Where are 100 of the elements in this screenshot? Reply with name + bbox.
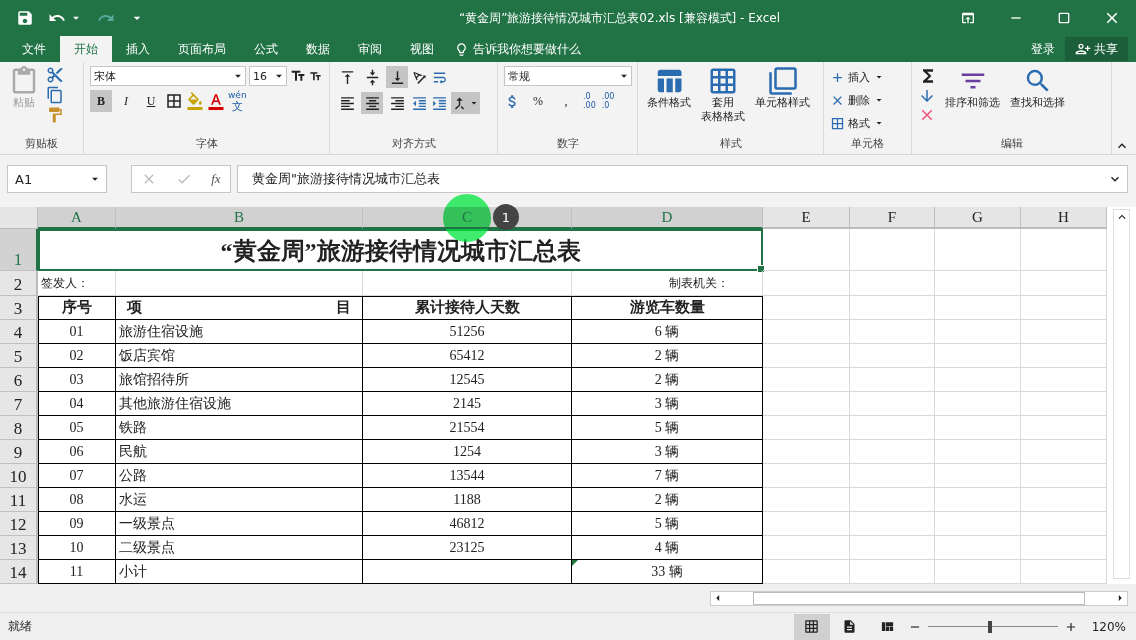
page-icon [842, 619, 858, 634]
horizontal-scrollbar[interactable] [710, 590, 1128, 606]
borders-icon[interactable] [165, 92, 183, 110]
zoom-thumb[interactable] [988, 620, 993, 633]
brush-icon[interactable] [46, 106, 64, 124]
ribbon-tab[interactable]: 页面布局 [164, 36, 240, 62]
column-header[interactable]: B [116, 207, 363, 229]
column-header[interactable]: H [1021, 207, 1107, 229]
find-select-button[interactable]: 查找和选择 [1007, 66, 1068, 136]
column-header[interactable]: F [850, 207, 935, 229]
row-header[interactable]: 13 [0, 536, 38, 560]
maximize-icon[interactable] [1056, 10, 1072, 26]
table-cell: 6 辆 [572, 320, 763, 344]
save-icon[interactable] [16, 9, 34, 27]
column-header[interactable]: E [763, 207, 850, 229]
comma-button[interactable]: , [555, 90, 577, 112]
insert-function-button[interactable]: fx [211, 171, 221, 187]
column-header[interactable]: D [572, 207, 763, 229]
group-label: 样式 [718, 136, 743, 152]
row-header[interactable]: 14 [0, 560, 38, 584]
ribbon-display-icon[interactable] [960, 10, 976, 26]
font-name-field[interactable]: 宋体 [90, 66, 246, 86]
sort-filter-button[interactable]: 排序和筛选 [942, 66, 1003, 136]
font-color-icon[interactable] [207, 92, 225, 110]
merge-button[interactable] [451, 92, 480, 114]
style-button[interactable]: 单元格样式 [752, 66, 813, 136]
fill-handle[interactable] [757, 265, 765, 273]
row-header[interactable]: 7 [0, 392, 38, 416]
table-cell: 2 辆 [572, 368, 763, 392]
vertical-align-button[interactable] [386, 66, 408, 88]
row-header[interactable]: 8 [0, 416, 38, 440]
row-header[interactable]: 11 [0, 488, 38, 512]
row-header[interactable]: 9 [0, 440, 38, 464]
font-size-field[interactable]: 16 [249, 66, 287, 86]
cells-button[interactable]: 删除 [830, 89, 885, 111]
scrollbar-thumb[interactable] [753, 591, 1085, 605]
cell-style-icon [767, 66, 798, 96]
lightbulb-icon[interactable] [454, 41, 469, 57]
copy-icon[interactable] [46, 86, 64, 104]
indent-increase-icon[interactable] [431, 94, 448, 112]
table-cell: 03 [38, 368, 116, 392]
column-header[interactable]: G [935, 207, 1021, 229]
ribbon-tab[interactable]: 审阅 [344, 36, 396, 62]
table-cell: 21554 [363, 416, 572, 440]
style-button[interactable]: 条件格式 [644, 66, 694, 136]
row-header[interactable]: 4 [0, 320, 38, 344]
share-button[interactable]: 共享 [1065, 37, 1128, 61]
horizontal-align-button[interactable] [361, 92, 383, 114]
row-header[interactable]: 1 [0, 229, 38, 271]
table-cell: 其他旅游住宿设施 [116, 392, 363, 416]
name-box[interactable]: A1 [7, 165, 107, 193]
indent-decrease-icon[interactable] [411, 94, 428, 112]
sign-in-link[interactable]: 登录 [1021, 36, 1065, 62]
group-label: 剪贴板 [24, 136, 59, 152]
fill-color-icon[interactable] [186, 92, 204, 110]
ribbon-tab[interactable]: 公式 [240, 36, 292, 62]
font-style-button[interactable]: U [140, 90, 162, 112]
ribbon-tab[interactable]: 视图 [396, 36, 448, 62]
row-header[interactable]: 3 [0, 296, 38, 320]
cells-button[interactable]: 插入 [830, 66, 885, 88]
table-cell: 1188 [363, 488, 572, 512]
decimal-button[interactable]: .00 .0 [601, 92, 615, 110]
title-cell: “黄金周”旅游接待情况城市汇总表 [38, 229, 763, 271]
view-button[interactable] [793, 613, 830, 640]
row-header[interactable]: 6 [0, 368, 38, 392]
phonetic-button[interactable]: wén 文 [228, 90, 247, 112]
ribbon-tab[interactable]: 插入 [112, 36, 164, 62]
table-cell: 09 [38, 512, 116, 536]
row-header[interactable]: 10 [0, 464, 38, 488]
ribbon-tab[interactable]: 数据 [292, 36, 344, 62]
row-header[interactable]: 2 [0, 271, 38, 296]
table-cell: 51256 [363, 320, 572, 344]
number-format-field[interactable]: 常规 [504, 66, 632, 86]
table-cell: 12545 [363, 368, 572, 392]
column-header[interactable]: A [38, 207, 116, 229]
table-cell: 01 [38, 320, 116, 344]
table-cell: 二级景点 [116, 536, 363, 560]
percent-button[interactable]: % [527, 90, 549, 112]
fill-down-icon[interactable] [918, 87, 936, 105]
cells-button[interactable]: 格式 [830, 112, 885, 134]
group-label: 单元格 [850, 136, 885, 152]
vertical-scrollbar[interactable] [1113, 209, 1130, 579]
table-cell: 13544 [363, 464, 572, 488]
formula-field[interactable]: 黄金周"旅游接待情况城市汇总表 [237, 165, 1128, 193]
row-header[interactable]: 5 [0, 344, 38, 368]
decrease-font-icon[interactable] [309, 69, 322, 83]
increase-font-icon[interactable] [290, 68, 306, 84]
column-heading-cell: 项 目 [116, 296, 363, 320]
zoom-level[interactable]: 120% [1079, 619, 1136, 634]
table-cell: 5 辆 [572, 416, 763, 440]
tell-me-search[interactable]: 告诉我你想要做什么 [473, 40, 581, 58]
ribbon-tab[interactable]: 开始 [60, 36, 112, 62]
scissors-icon[interactable] [46, 66, 64, 84]
font-style-button[interactable]: B [90, 90, 112, 112]
font-style-button[interactable]: I [115, 90, 137, 112]
decimal-button[interactable]: .0 .00 [583, 92, 596, 110]
row-header[interactable]: 12 [0, 512, 38, 536]
style-button[interactable]: 套用 表格格式 [698, 66, 748, 136]
ribbon-tab[interactable]: 文件 [8, 36, 60, 62]
table-cell: 铁路 [116, 416, 363, 440]
